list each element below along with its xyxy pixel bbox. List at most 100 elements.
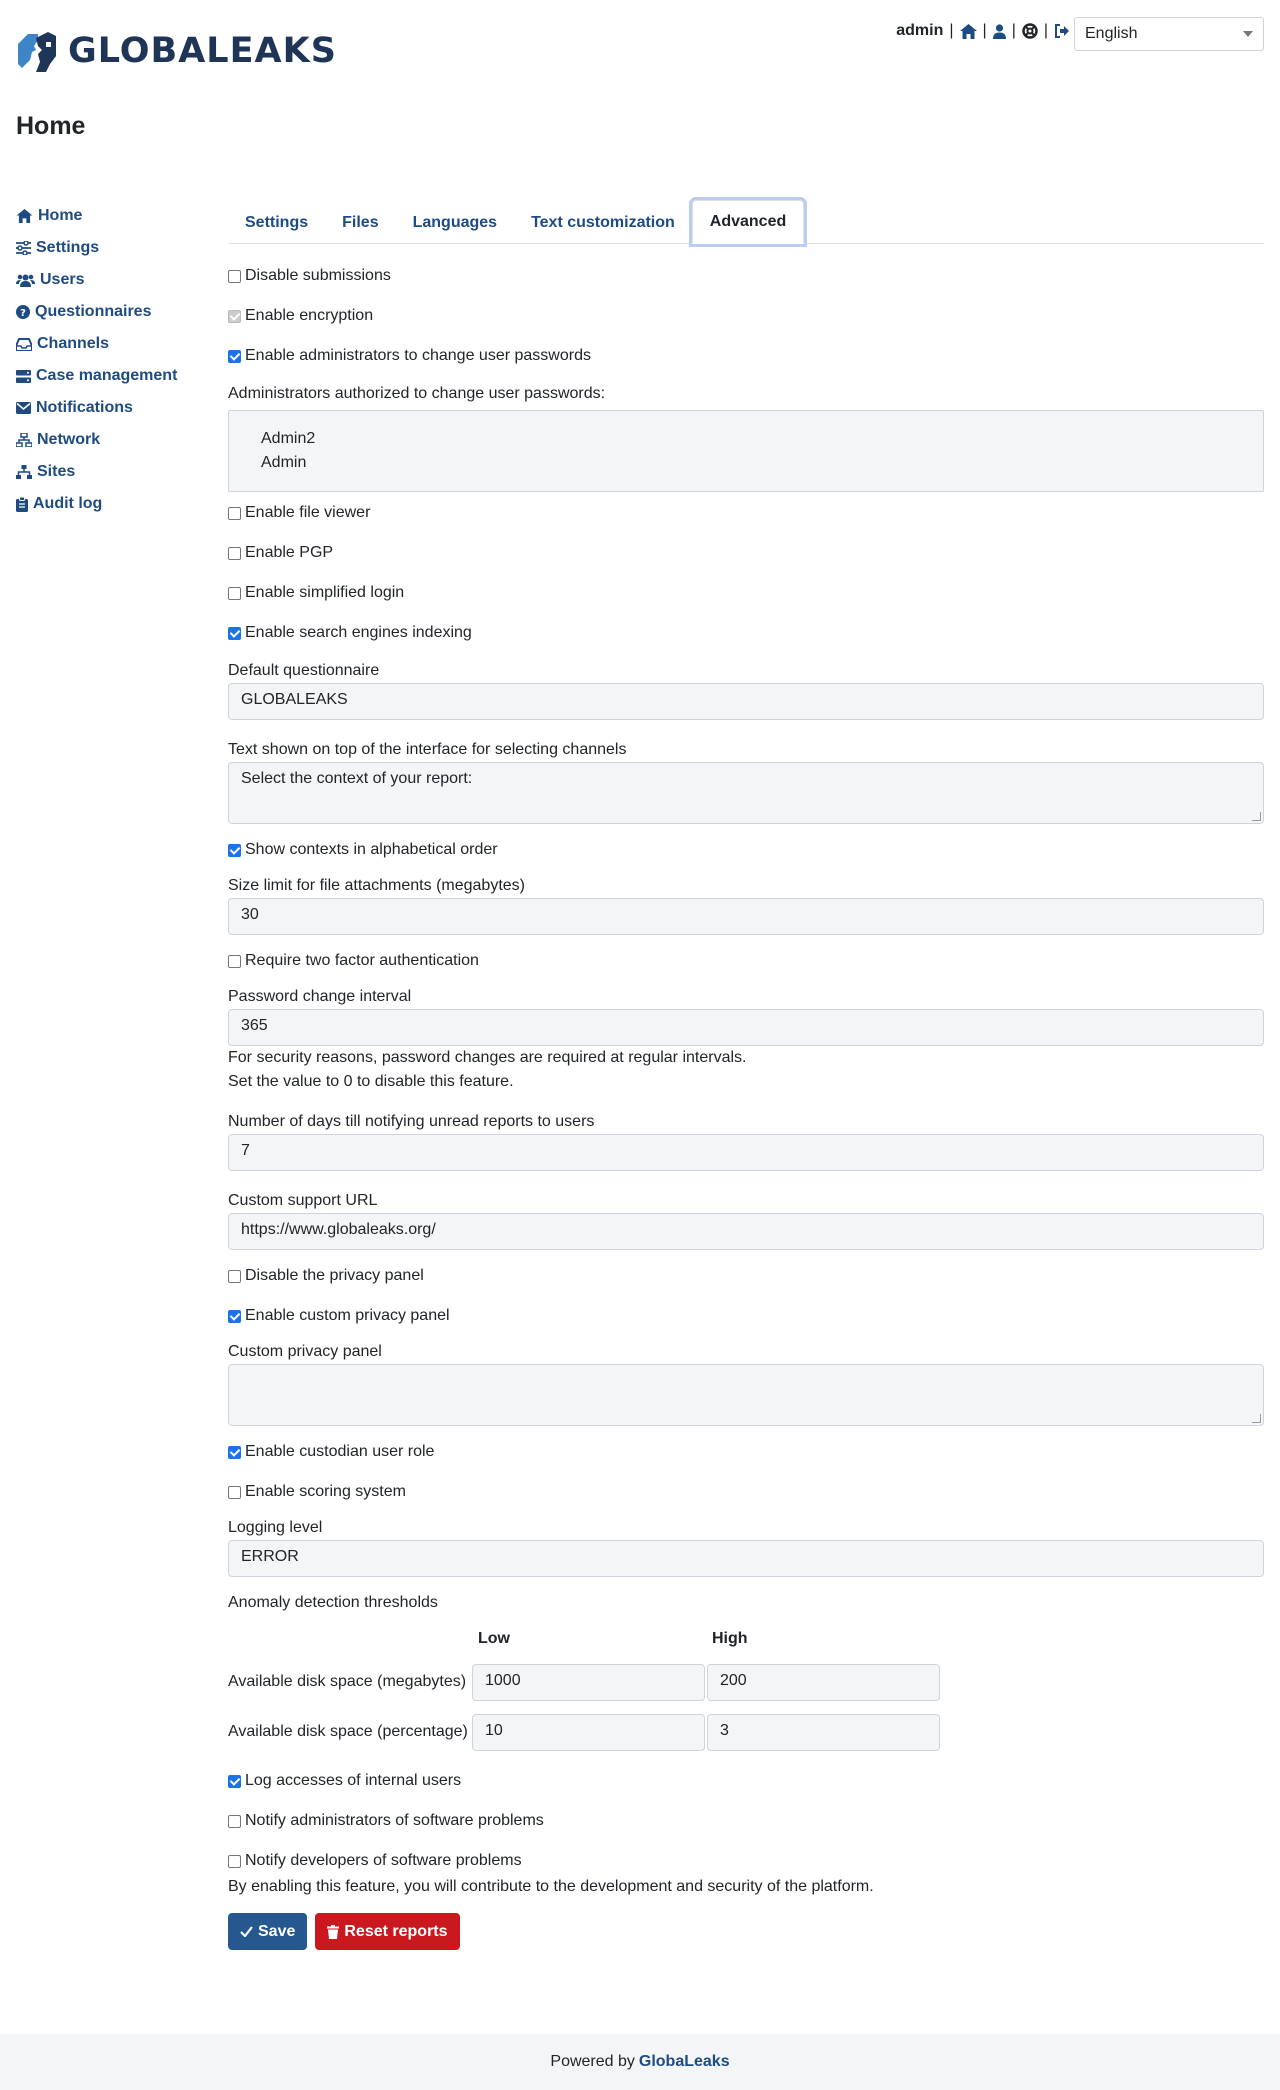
enable-encryption-checkbox	[228, 309, 241, 323]
disk-mb-low-input[interactable]: 1000	[472, 1663, 705, 1701]
sign-out-icon[interactable]	[1054, 24, 1070, 38]
log-internal-access-row: Log accesses of internal users	[228, 1761, 1264, 1801]
sidebar-item-label: Channels	[37, 335, 110, 352]
sidebar-item-label: Home	[38, 207, 83, 224]
require-2fa-label: Require two factor authentication	[245, 952, 479, 969]
high-header: High	[712, 1630, 748, 1647]
sitemap-icon	[16, 465, 32, 479]
sidebar-item-home[interactable]: Home	[16, 200, 216, 232]
logo[interactable]: GLOBALEAKS	[16, 30, 337, 72]
context-selector-text-textarea[interactable]: Select the context of your report:	[228, 762, 1264, 824]
sidebar-item-channels[interactable]: Channels	[16, 328, 216, 360]
log-internal-access-checkbox[interactable]	[228, 1774, 241, 1788]
custom-privacy-panel-textarea[interactable]	[228, 1364, 1264, 1426]
notify-admins-checkbox[interactable]	[228, 1814, 241, 1828]
enable-search-indexing-checkbox[interactable]	[228, 626, 241, 640]
user-icon[interactable]	[992, 23, 1006, 39]
sidebar-item-audit-log[interactable]: Audit log	[16, 488, 216, 520]
enable-simplified-login-checkbox[interactable]	[228, 586, 241, 600]
sliders-icon	[16, 241, 31, 255]
tab-bar: Settings Files Languages Text customizat…	[228, 196, 1264, 244]
enable-admin-change-pw-checkbox[interactable]	[228, 349, 241, 363]
enable-file-viewer-checkbox[interactable]	[228, 506, 241, 520]
unread-reports-days-label: Number of days till notifying unread rep…	[228, 1113, 595, 1130]
username: admin	[896, 22, 944, 39]
password-interval-input[interactable]: 365	[228, 1009, 1264, 1046]
enable-pgp-label: Enable PGP	[245, 544, 334, 561]
disk-mb-high-input[interactable]: 200	[707, 1663, 940, 1701]
network-icon	[16, 433, 32, 447]
home-icon[interactable]	[959, 23, 977, 39]
admins-authorized-listbox[interactable]: Admin2 Admin	[228, 410, 1264, 492]
context-selector-text-label: Text shown on top of the interface for s…	[228, 741, 627, 758]
page-title: Home	[16, 112, 86, 140]
sidebar-item-notifications[interactable]: Notifications	[16, 392, 216, 424]
language-select[interactable]: English	[1074, 17, 1264, 51]
disable-submissions-checkbox[interactable]	[228, 269, 241, 283]
sidebar-item-settings[interactable]: Settings	[16, 232, 216, 264]
logging-level-select[interactable]: ERROR	[228, 1540, 1264, 1577]
enable-admin-change-pw-row: Enable administrators to change user pas…	[228, 336, 1264, 376]
sidebar-item-network[interactable]: Network	[16, 424, 216, 456]
contexts-alphabetical-checkbox[interactable]	[228, 843, 241, 857]
require-2fa-row: Require two factor authentication	[228, 941, 1264, 981]
enable-custom-privacy-panel-row: Enable custom privacy panel	[228, 1296, 1264, 1336]
custom-support-url-label: Custom support URL	[228, 1192, 378, 1209]
globaleaks-logo-icon	[18, 32, 56, 72]
context-selector-text-value: Select the context of your report:	[241, 770, 473, 787]
enable-custodian-row: Enable custodian user role	[228, 1432, 1264, 1472]
enable-pgp-checkbox[interactable]	[228, 546, 241, 560]
sidebar-item-case-management[interactable]: Case management	[16, 360, 216, 392]
file-size-limit-input[interactable]: 30	[228, 898, 1264, 935]
footer-prefix: Powered by	[550, 2053, 635, 2070]
table-row: Available disk space (percentage) 10 3	[228, 1707, 1264, 1757]
save-button[interactable]: Save	[228, 1913, 308, 1950]
unread-reports-days-input[interactable]: 7	[228, 1134, 1264, 1171]
list-item[interactable]: Admin2	[261, 427, 1231, 451]
notify-devs-checkbox[interactable]	[228, 1854, 241, 1868]
enable-custodian-label: Enable custodian user role	[245, 1443, 435, 1460]
notify-devs-row: Notify developers of software problems	[228, 1847, 1264, 1875]
enable-custodian-checkbox[interactable]	[228, 1445, 241, 1459]
tab-settings[interactable]: Settings	[228, 202, 325, 244]
logging-level-field: Logging level ERROR	[228, 1516, 1264, 1577]
file-size-limit-label: Size limit for file attachments (megabyt…	[228, 877, 525, 894]
tab-files[interactable]: Files	[325, 202, 395, 244]
form-actions: Save Reset reports	[228, 1913, 1264, 1950]
sidebar: Home Settings Users ? Questionnaires Cha…	[16, 200, 216, 520]
table-row: Available disk space (megabytes) 1000 20…	[228, 1657, 1264, 1707]
tab-text-customization[interactable]: Text customization	[514, 202, 692, 244]
tab-advanced[interactable]: Advanced	[691, 200, 805, 244]
sidebar-item-label: Audit log	[33, 495, 103, 512]
list-item[interactable]: Admin	[261, 451, 1231, 475]
tab-languages[interactable]: Languages	[396, 202, 514, 244]
require-2fa-checkbox[interactable]	[228, 954, 241, 968]
context-selector-text-field: Text shown on top of the interface for s…	[228, 738, 1264, 824]
default-questionnaire-select[interactable]: GLOBALEAKS	[228, 683, 1264, 720]
sidebar-item-users[interactable]: Users	[16, 264, 216, 296]
notify-admins-row: Notify administrators of software proble…	[228, 1801, 1264, 1841]
contexts-alphabetical-row: Show contexts in alphabetical order	[228, 830, 1264, 870]
enable-custom-privacy-panel-checkbox[interactable]	[228, 1309, 241, 1323]
separator: |	[1043, 22, 1048, 39]
enable-pgp-row: Enable PGP	[228, 533, 1264, 573]
disable-privacy-panel-checkbox[interactable]	[228, 1269, 241, 1283]
admins-authorized-label: Administrators authorized to change user…	[228, 385, 606, 402]
custom-support-url-input[interactable]: https://www.globaleaks.org/	[228, 1213, 1264, 1250]
users-icon	[16, 274, 35, 287]
disk-pct-low-input[interactable]: 10	[472, 1713, 705, 1751]
logging-level-label: Logging level	[228, 1519, 323, 1536]
life-ring-icon[interactable]	[1022, 23, 1038, 39]
reset-reports-button[interactable]: Reset reports	[315, 1913, 460, 1950]
footer-link[interactable]: GlobaLeaks	[639, 2053, 730, 2071]
disk-pct-high-input[interactable]: 3	[707, 1713, 940, 1751]
disable-submissions-row: Disable submissions	[228, 256, 1264, 296]
sidebar-item-sites[interactable]: Sites	[16, 456, 216, 488]
sidebar-item-label: Network	[37, 431, 101, 448]
notify-devs-help: By enabling this feature, you will contr…	[228, 1878, 874, 1895]
sidebar-item-label: Notifications	[36, 399, 133, 416]
threshold-row-label: Available disk space (megabytes)	[228, 1673, 467, 1690]
enable-scoring-checkbox[interactable]	[228, 1485, 241, 1499]
enable-scoring-row: Enable scoring system	[228, 1472, 1264, 1512]
sidebar-item-questionnaires[interactable]: ? Questionnaires	[16, 296, 216, 328]
